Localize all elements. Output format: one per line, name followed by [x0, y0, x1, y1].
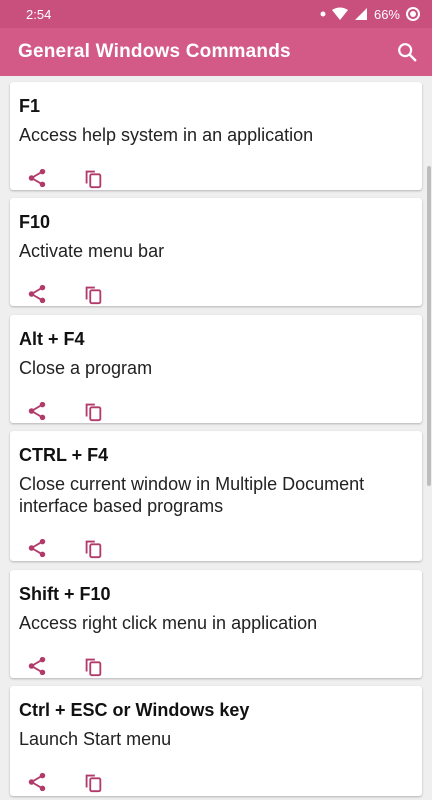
- command-key: Shift + F10: [19, 584, 111, 604]
- command-description: Close a program: [19, 358, 153, 378]
- command-card: Shift + F10 Access right click menu in a…: [10, 570, 422, 678]
- wifi-icon: [331, 7, 348, 20]
- copy-icon: [85, 403, 102, 422]
- command-card: F10 Activate menu bar: [10, 198, 422, 306]
- status-icons: 66%: [320, 7, 420, 22]
- copy-button[interactable]: [79, 164, 107, 192]
- command-description: Access help system in an application: [19, 125, 314, 145]
- share-icon: [28, 168, 46, 188]
- share-button[interactable]: [23, 280, 51, 308]
- command-key: Alt + F4: [19, 329, 85, 349]
- app-bar: General Windows Commands: [0, 28, 432, 76]
- share-button[interactable]: [23, 397, 51, 425]
- command-card: F1 Access help system in an application: [10, 82, 422, 190]
- battery-percent: 66%: [373, 6, 400, 22]
- scrollbar[interactable]: [427, 166, 431, 486]
- command-card: CTRL + F4 Close current window in Multip…: [10, 431, 422, 561]
- status-time: 2:54: [26, 6, 52, 22]
- command-key: CTRL + F4: [19, 445, 109, 465]
- app-title: General Windows Commands: [18, 41, 291, 62]
- search-icon[interactable]: [396, 41, 418, 63]
- copy-icon: [85, 658, 102, 677]
- share-icon: [28, 284, 46, 304]
- command-card: Ctrl + ESC or Windows key Launch Start m…: [10, 686, 422, 796]
- share-icon: [28, 656, 46, 676]
- share-button[interactable]: [23, 534, 51, 562]
- command-key: F1: [19, 96, 41, 116]
- share-button[interactable]: [23, 164, 51, 192]
- copy-button[interactable]: [79, 280, 107, 308]
- copy-icon: [85, 286, 102, 305]
- copy-button[interactable]: [79, 534, 107, 562]
- notification-dot-icon: [320, 11, 326, 17]
- command-description: Launch Start menu: [19, 729, 172, 749]
- share-button[interactable]: [23, 652, 51, 680]
- command-key: F10: [19, 212, 51, 232]
- share-button[interactable]: [23, 768, 51, 796]
- copy-button[interactable]: [79, 652, 107, 680]
- copy-button[interactable]: [79, 768, 107, 796]
- status-bar: 2:54 66%: [0, 0, 432, 28]
- signal-icon: [354, 8, 367, 20]
- command-card: Alt + F4 Close a program: [10, 315, 422, 423]
- command-description: Activate menu bar: [19, 241, 165, 261]
- share-icon: [28, 401, 46, 421]
- share-icon: [28, 538, 46, 558]
- command-description: Access right click menu in application: [19, 613, 318, 633]
- command-key: Ctrl + ESC or Windows key: [19, 700, 250, 720]
- battery-saver-icon: [406, 7, 420, 21]
- command-description: Close current window in Multiple Documen…: [19, 474, 365, 516]
- command-list[interactable]: F1 Access help system in an application …: [0, 76, 432, 800]
- copy-icon: [85, 774, 102, 793]
- copy-icon: [85, 540, 102, 559]
- copy-icon: [85, 170, 102, 189]
- copy-button[interactable]: [79, 397, 107, 425]
- share-icon: [28, 772, 46, 792]
